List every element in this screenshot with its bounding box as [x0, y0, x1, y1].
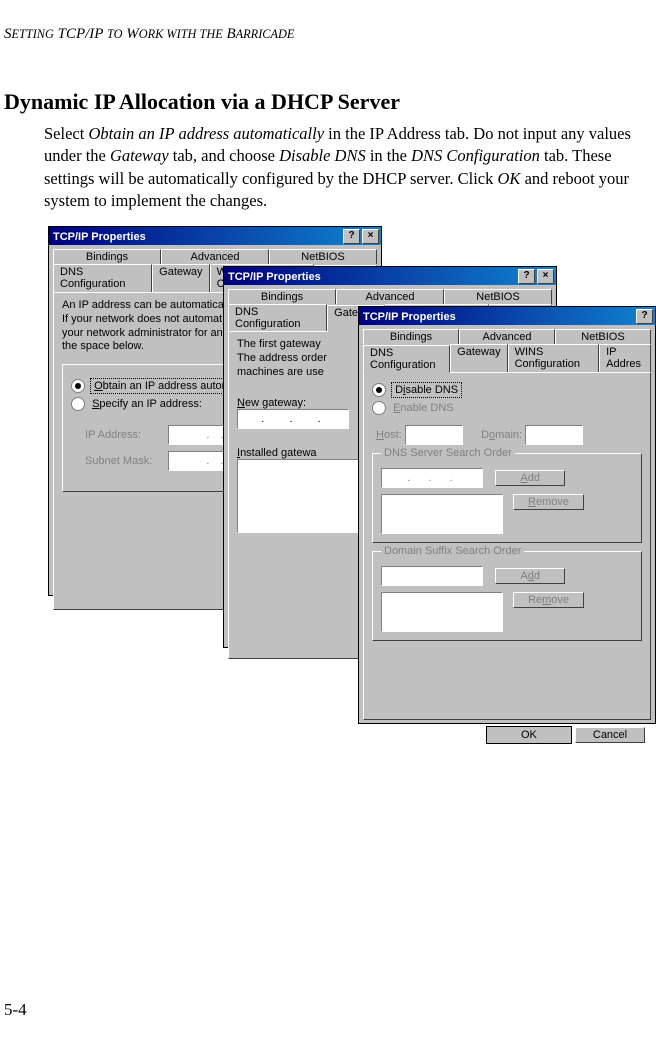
host-field[interactable]	[405, 425, 463, 445]
remove-dns-button[interactable]: Remove	[513, 494, 584, 510]
close-button[interactable]: ×	[362, 229, 379, 244]
label-subnet-mask: Subnet Mask:	[85, 455, 165, 467]
help-button[interactable]: ?	[518, 269, 535, 284]
fieldset-dns-server-order: DNS Server Search Order	[381, 447, 515, 459]
installed-gateways-list[interactable]	[237, 459, 359, 533]
radio-disable-dns[interactable]: Disable DNS	[372, 383, 642, 397]
titlebar: TCP/IP Properties ? ×	[49, 227, 381, 245]
add-dns-button[interactable]: Add	[495, 470, 565, 486]
titlebar: TCP/IP Properties ? ×	[224, 267, 556, 285]
help-button[interactable]: ?	[343, 229, 360, 244]
tab-gateway[interactable]: Gateway	[152, 264, 209, 292]
body-paragraph: Select Obtain an IP address automaticall…	[44, 123, 652, 212]
label-domain: Domain:	[481, 429, 522, 441]
radio-enable-dns[interactable]: Enable DNS	[372, 401, 642, 415]
tab-dns[interactable]: DNS Configuration	[363, 345, 450, 373]
close-button[interactable]: ×	[537, 269, 554, 284]
tab-gateway[interactable]: Gateway	[450, 344, 507, 372]
window-title: TCP/IP Properties	[228, 271, 321, 283]
domain-field[interactable]	[525, 425, 583, 445]
tab-netbios[interactable]: NetBIOS	[555, 329, 651, 344]
tab-bindings[interactable]: Bindings	[363, 329, 459, 344]
section-title: Dynamic IP Allocation via a DHCP Server	[4, 89, 652, 115]
help-button[interactable]: ?	[636, 309, 653, 324]
window-title: TCP/IP Properties	[53, 231, 146, 243]
tcpip-window-dns: TCP/IP Properties ? Bindings Advanced Ne…	[358, 306, 656, 724]
radio-dot-selected-icon	[372, 383, 386, 397]
screenshot-figure: TCP/IP Properties ? × Bindings Advanced …	[48, 226, 652, 726]
ok-button[interactable]: OK	[486, 726, 572, 744]
label-host: Host:	[376, 429, 402, 441]
tab-netbios[interactable]: NetBIOS	[269, 249, 377, 264]
tab-dns[interactable]: DNS Configuration	[228, 304, 327, 331]
window-title: TCP/IP Properties	[363, 311, 456, 323]
titlebar: TCP/IP Properties ?	[359, 307, 655, 325]
radio-dot-icon	[71, 397, 85, 411]
radio-dot-icon	[372, 401, 386, 415]
new-gateway-field[interactable]: . . .	[237, 409, 349, 429]
tab-bindings[interactable]: Bindings	[53, 249, 161, 264]
tab-wins[interactable]: WINS Configuration	[508, 344, 600, 372]
tab-advanced[interactable]: Advanced	[336, 289, 444, 304]
tab-netbios[interactable]: NetBIOS	[444, 289, 552, 304]
tab-advanced[interactable]: Advanced	[459, 329, 555, 344]
radio-dot-selected-icon	[71, 379, 85, 393]
dns-server-input[interactable]: . . .	[381, 468, 483, 488]
tab-bindings[interactable]: Bindings	[228, 289, 336, 304]
tab-dns[interactable]: DNS Configuration	[53, 264, 152, 292]
add-suffix-button[interactable]: Add	[495, 568, 565, 584]
suffix-list[interactable]	[381, 592, 503, 632]
running-head: SETTING TCP/IP TO WORK WITH THE BARRICAD…	[4, 26, 652, 43]
tab-ipaddress[interactable]: IP Addres	[599, 344, 651, 372]
page-number: 5-4	[4, 1000, 27, 1020]
remove-suffix-button[interactable]: Remove	[513, 592, 584, 608]
tab-advanced[interactable]: Advanced	[161, 249, 269, 264]
dns-server-list[interactable]	[381, 494, 503, 534]
fieldset-domain-suffix-order: Domain Suffix Search Order	[381, 545, 524, 557]
suffix-input[interactable]	[381, 566, 483, 586]
cancel-button[interactable]: Cancel	[575, 727, 645, 743]
label-ip-address: IP Address:	[85, 429, 165, 441]
